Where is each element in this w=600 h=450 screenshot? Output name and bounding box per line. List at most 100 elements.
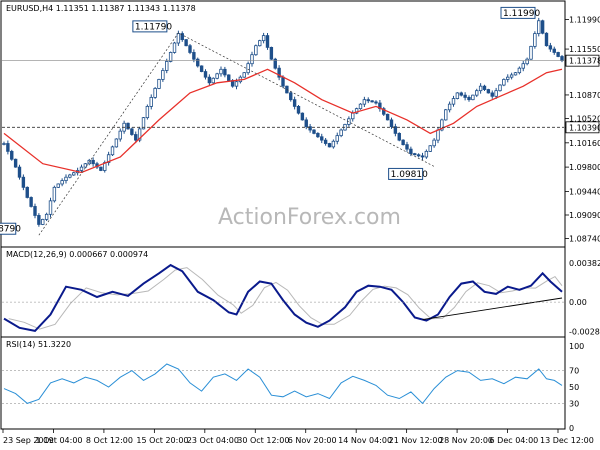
candle-body — [37, 215, 41, 225]
price-panel-title: EURUSD,H4 1.11351 1.11387 1.11343 1.1137… — [6, 4, 196, 13]
x-axis-tick-label: 13 Dec 12:00 — [540, 436, 594, 445]
x-axis-tick-label: 1 Oct 04:00 — [35, 436, 82, 445]
candle-body — [21, 176, 26, 188]
candle-body — [130, 128, 134, 135]
candle-body — [385, 113, 390, 121]
candle-body — [455, 92, 460, 99]
candle-body — [436, 129, 440, 141]
candle-body — [331, 140, 336, 148]
candle-body — [211, 77, 215, 84]
rsi-axis-tick-label: 50 — [569, 383, 579, 392]
candle-body — [246, 63, 250, 74]
candle-body — [134, 134, 138, 141]
candle-body — [312, 129, 316, 134]
candle-body — [459, 92, 463, 96]
candle-body — [41, 218, 45, 225]
candle-body — [72, 172, 76, 176]
candle-body — [389, 119, 394, 128]
candle-body — [482, 85, 487, 90]
rsi-axis-tick-label: 30 — [569, 399, 579, 408]
candle-body — [153, 88, 157, 98]
candle-body — [405, 144, 409, 150]
candle-body — [126, 122, 130, 130]
candle-body — [478, 85, 483, 92]
price-axis-tick-label: 1.10390 — [569, 123, 600, 132]
candle-body — [52, 186, 57, 202]
candle-body — [401, 139, 405, 146]
candle-body — [145, 106, 150, 119]
candle-body — [544, 32, 549, 47]
x-axis-tick-label: 23 Oct 04:00 — [187, 436, 239, 445]
watermark-logo: ActionForex.com — [218, 205, 401, 230]
forex-chart: EURUSD,H4 1.11351 1.11387 1.11343 1.1137… — [0, 0, 600, 445]
candle-body — [118, 130, 122, 140]
candle-body — [467, 97, 471, 101]
candle-body — [254, 45, 258, 56]
candle-body — [494, 90, 498, 97]
candle-body — [64, 176, 68, 181]
candle-body — [165, 61, 169, 71]
candle-body — [323, 139, 328, 144]
candle-body — [370, 100, 374, 103]
candle-body — [444, 109, 448, 121]
candle-body — [207, 76, 212, 84]
candle-body — [506, 76, 510, 80]
candle-body — [168, 52, 173, 62]
candle-body — [99, 166, 103, 171]
candle-body — [424, 150, 429, 158]
candle-body — [281, 76, 285, 87]
candle-body — [269, 46, 274, 60]
candle-body — [509, 74, 514, 78]
candle-body — [227, 74, 231, 81]
candle-body — [416, 154, 421, 157]
candle-body — [339, 129, 343, 137]
price-axis-tick-label: 1.09440 — [569, 187, 600, 196]
candle-body — [176, 33, 181, 44]
price-callout-label: 1.11790 — [135, 22, 172, 32]
candle-body — [409, 148, 413, 155]
candle-body — [215, 73, 219, 79]
candle-body — [250, 54, 254, 65]
candle-body — [351, 112, 355, 120]
candle-body — [13, 158, 18, 168]
candle-body — [432, 139, 436, 147]
candle-body — [471, 94, 475, 101]
candle-body — [327, 143, 332, 148]
macd-axis-tick-label: 0.00 — [569, 298, 587, 307]
x-axis-tick-label: 21 Nov 12:00 — [389, 436, 443, 445]
macd-panel-title: MACD(12,26,9) 0.000667 0.000974 — [6, 250, 148, 259]
candle-body — [420, 155, 425, 158]
candle-body — [552, 48, 556, 53]
candle-body — [25, 186, 29, 198]
candle-body — [533, 33, 537, 47]
candle-body — [184, 39, 188, 47]
candle-body — [157, 79, 161, 89]
candle-body — [234, 81, 239, 87]
candle-body — [486, 89, 491, 94]
candle-body — [529, 45, 533, 60]
candle-body — [300, 112, 305, 121]
candle-body — [428, 145, 432, 152]
candle-body — [91, 159, 95, 165]
candle-body — [556, 52, 560, 57]
candle-body — [447, 103, 452, 111]
candle-body — [548, 45, 553, 50]
x-axis-tick-label: 15 Oct 20:00 — [136, 436, 188, 445]
candle-body — [6, 143, 10, 152]
rsi-axis-tick-label: 0 — [569, 424, 574, 433]
candle-body — [537, 20, 541, 34]
candle-body — [525, 58, 529, 65]
candle-body — [265, 35, 270, 48]
rsi-axis-tick-label: 100 — [569, 342, 584, 351]
candle-body — [316, 132, 320, 138]
candle-body — [451, 98, 456, 105]
macd-axis-tick-label: -0.002849 — [569, 327, 600, 336]
candle-body — [296, 106, 301, 114]
candle-body — [289, 92, 293, 101]
candle-body — [48, 200, 53, 215]
chart-stage: EURUSD,H4 1.11351 1.11387 1.11343 1.1137… — [0, 0, 600, 450]
price-axis-tick-label: 1.09090 — [569, 211, 600, 220]
price-callout-label: 1.09810 — [391, 170, 428, 180]
candle-body — [463, 94, 467, 98]
candle-body — [362, 99, 367, 105]
